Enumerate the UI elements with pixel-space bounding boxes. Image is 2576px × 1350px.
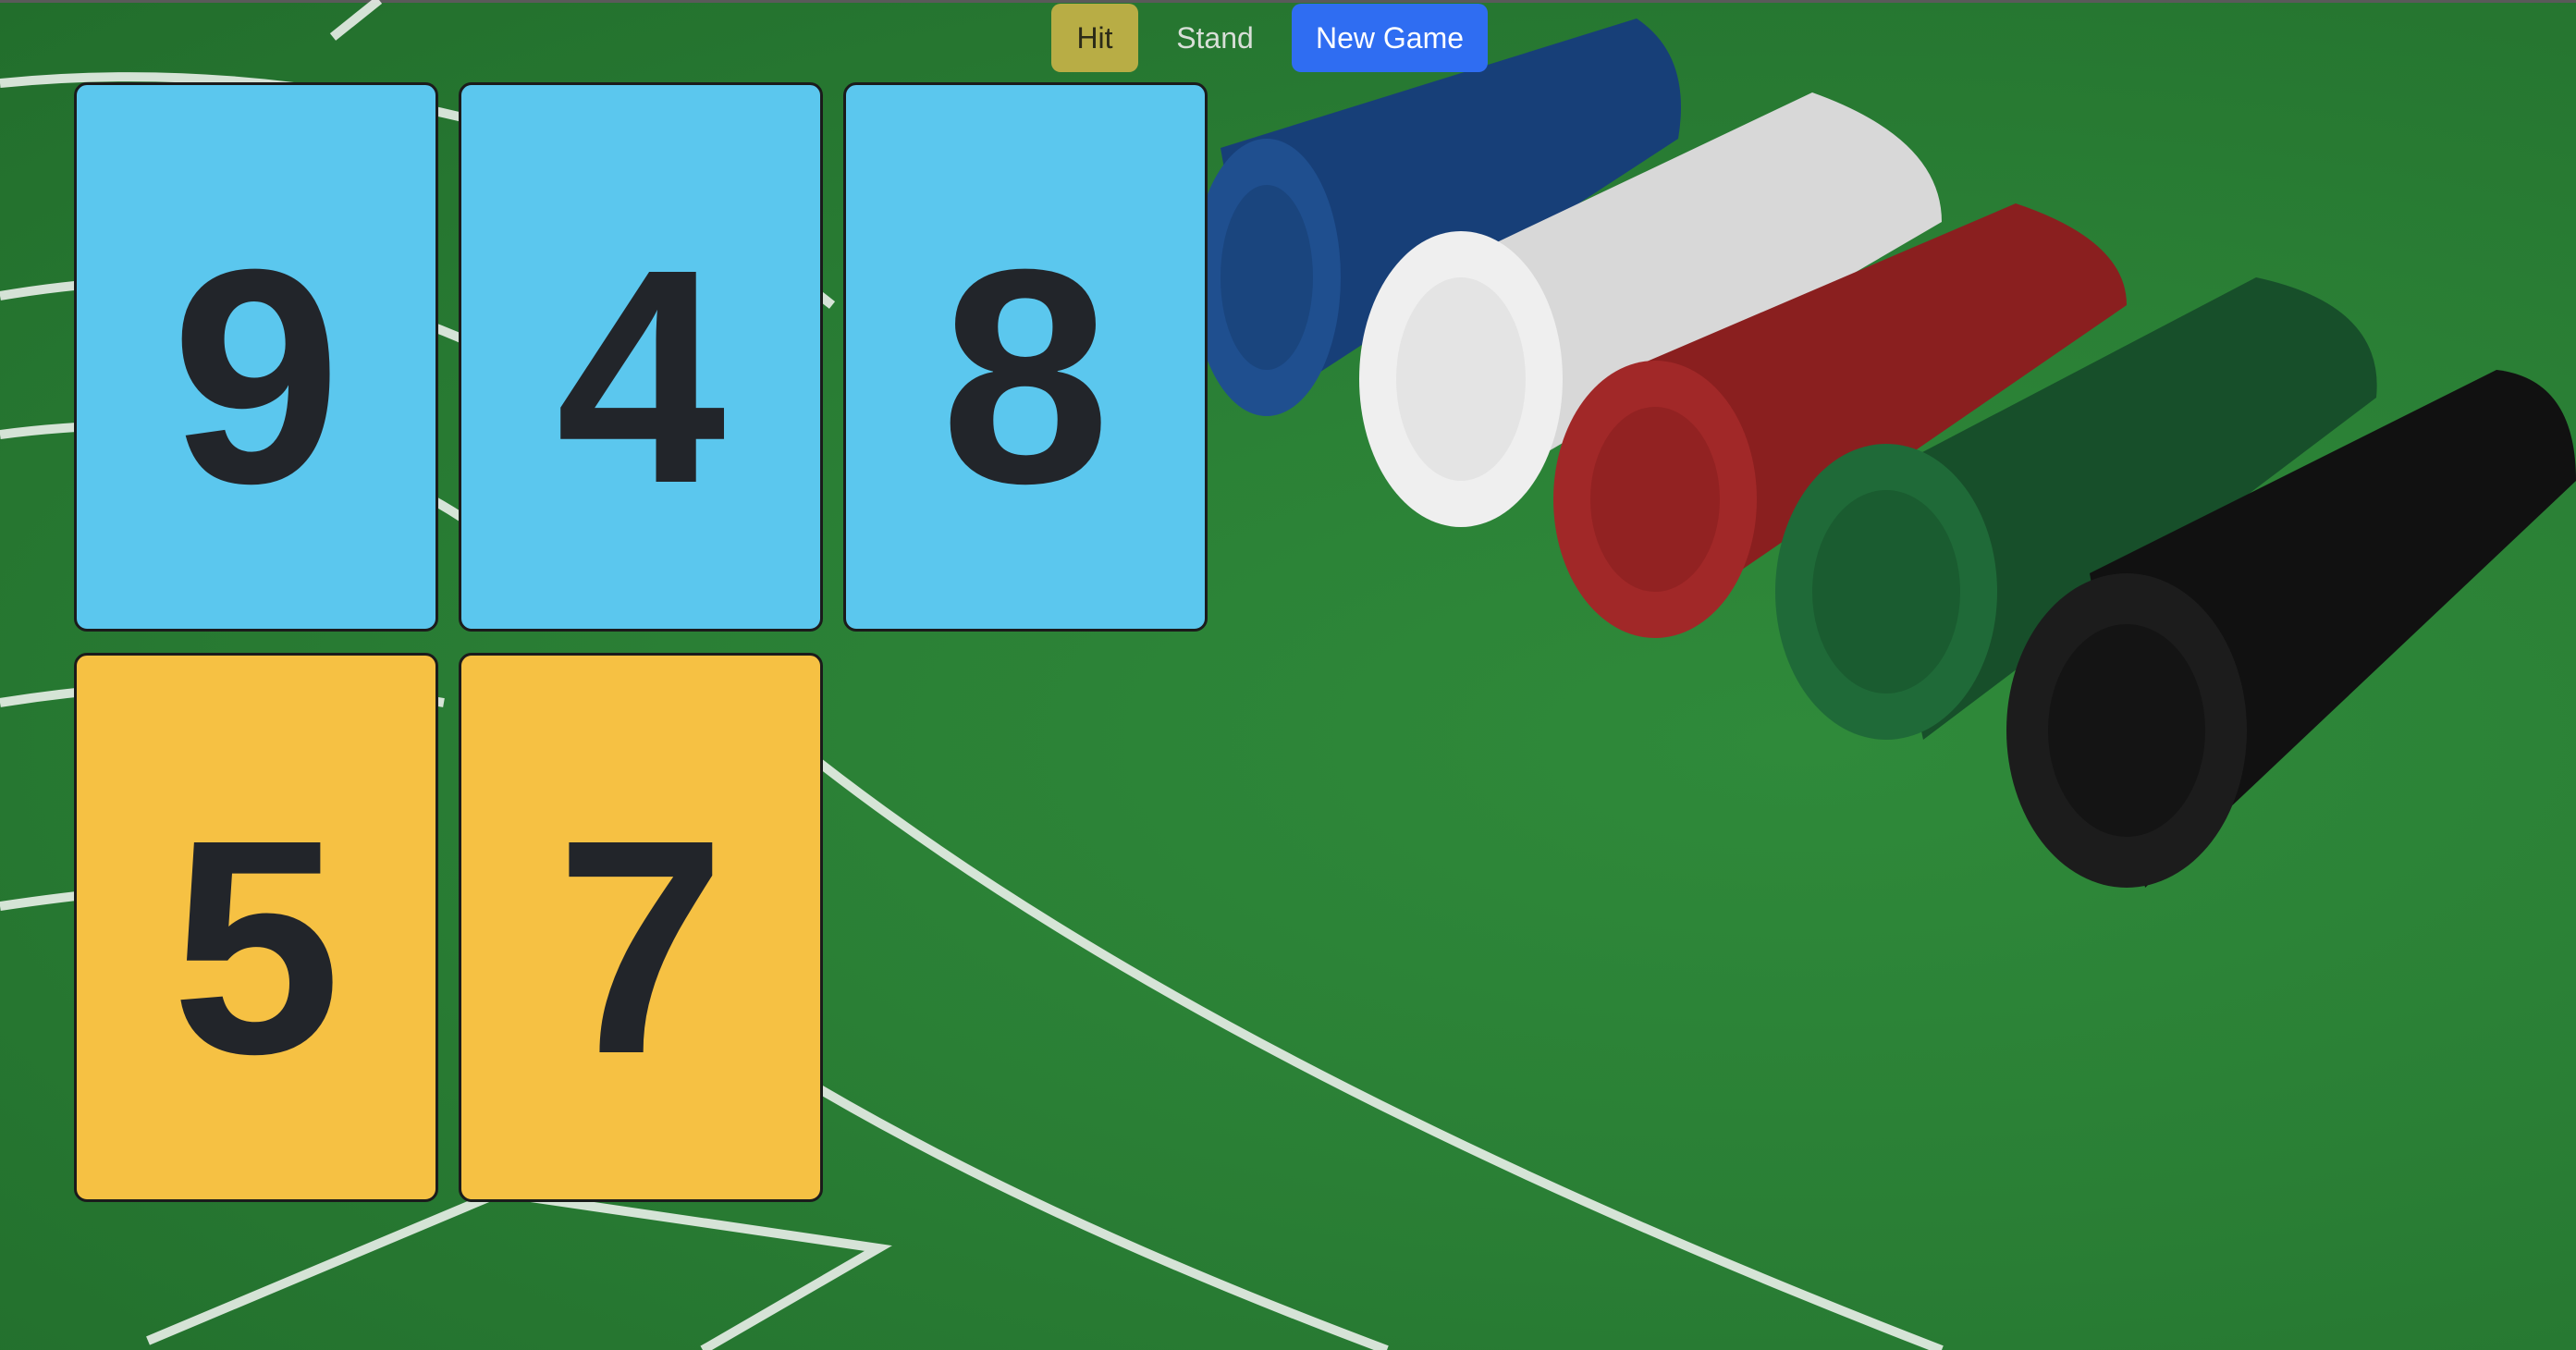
card-value: 5 bbox=[171, 776, 341, 1117]
dealer-card: 9 bbox=[74, 82, 438, 632]
player-card: 5 bbox=[74, 653, 438, 1202]
card-value: 8 bbox=[940, 205, 1110, 546]
dealer-card: 4 bbox=[459, 82, 823, 632]
player-card: 7 bbox=[459, 653, 823, 1202]
stand-button[interactable]: Stand bbox=[1155, 4, 1275, 72]
blackjack-table: Hit Stand New Game 9 4 8 5 7 bbox=[0, 0, 2576, 1350]
game-controls: Hit Stand New Game bbox=[1051, 4, 1488, 72]
card-value: 7 bbox=[556, 776, 726, 1117]
card-value: 9 bbox=[171, 205, 341, 546]
card-value: 4 bbox=[556, 205, 726, 546]
hit-button[interactable]: Hit bbox=[1051, 4, 1138, 72]
new-game-button[interactable]: New Game bbox=[1292, 4, 1488, 72]
dealer-card: 8 bbox=[843, 82, 1208, 632]
